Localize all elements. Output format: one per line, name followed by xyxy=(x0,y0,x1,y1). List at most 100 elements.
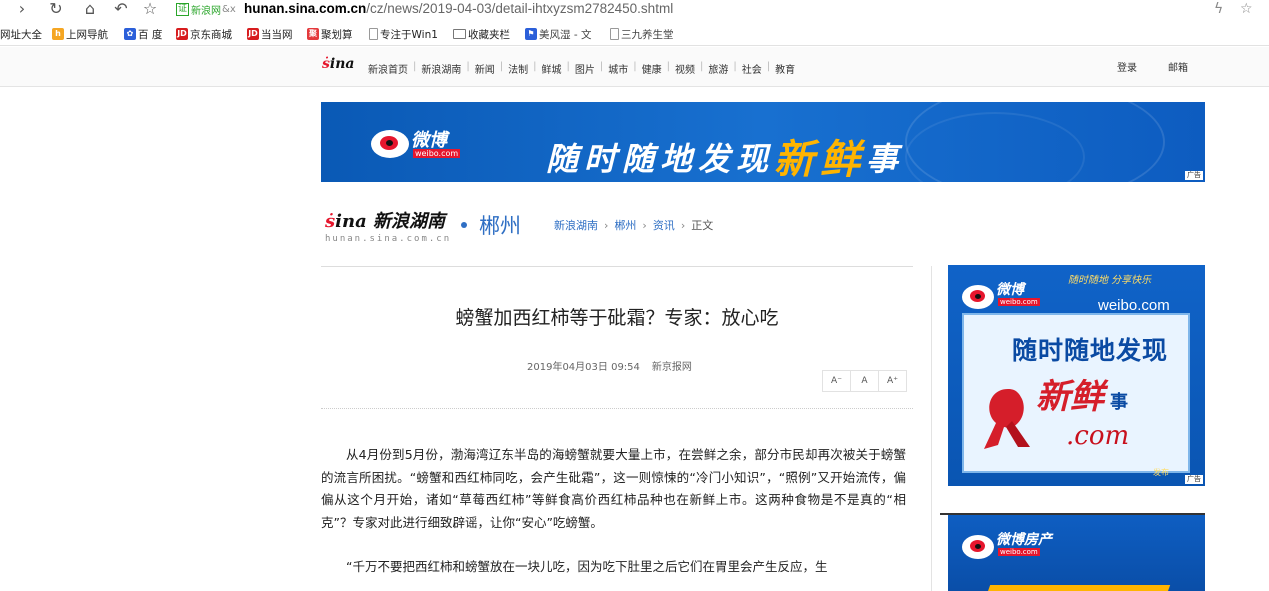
article-paragraph: “千万不要把西红柿和螃蟹放在一块儿吃，因为吃下肚里之后它们在胃里会产生反应，生 xyxy=(346,559,828,574)
bookmark-label: 聚划算 xyxy=(321,28,353,41)
paw-icon: ✿ xyxy=(124,28,136,40)
nav-separator: | xyxy=(499,61,504,72)
home-icon[interactable]: ⌂ xyxy=(80,0,100,18)
weibo-logo-domain: weibo.com xyxy=(413,149,461,158)
bookmark-item[interactable]: 聚 聚划算 xyxy=(307,27,353,41)
bookmark-item[interactable]: h 上网导航 xyxy=(52,27,108,41)
breadcrumb-item[interactable]: 资讯 xyxy=(653,219,675,232)
banner-slogan: 随时随地发现新鲜事 xyxy=(546,124,904,182)
login-link[interactable]: 登录 xyxy=(1117,59,1137,74)
weibo-eye-icon xyxy=(962,285,994,309)
font-default-button[interactable]: A xyxy=(850,370,879,392)
bookmark-label: 网址大全 xyxy=(0,28,42,41)
top-nav-link[interactable]: 城市 xyxy=(608,61,628,76)
top-nav-link[interactable]: 新浪湖南 xyxy=(421,61,461,76)
article-title: 螃蟹加西红柿等于砒霜？专家：放心吃 xyxy=(455,307,779,329)
bookmark-item[interactable]: JD 京东商城 xyxy=(176,27,232,41)
secure-badge[interactable]: 证 新浪网 &x xyxy=(176,2,236,17)
bookmark-item[interactable]: 三九养生堂 xyxy=(610,27,674,41)
top-nav-link[interactable]: 视频 xyxy=(675,61,695,76)
address-bar: › ↻ ⌂ ↶ ☆ 证 新浪网 &x hunan.sina.com.cn/cz/… xyxy=(0,0,1269,20)
flag-icon: ⚑ xyxy=(525,28,537,40)
divider xyxy=(321,408,913,409)
nav-separator: | xyxy=(566,61,570,72)
channel-city[interactable]: 郴州 xyxy=(479,210,521,240)
breadcrumb: 新浪湖南 › 郴州 › 资讯 › 正文 xyxy=(554,217,713,233)
jd-icon: JD xyxy=(176,28,188,40)
weibo-house-logo: 微博房产 weibo.com xyxy=(962,529,1052,561)
ju-icon: 聚 xyxy=(307,28,319,40)
nav-separator: | xyxy=(666,61,670,72)
channel-logo-main: ṡina 新浪湖南 xyxy=(325,211,445,232)
channel-logo[interactable]: ṡina 新浪湖南 hunan.sina.com.cn xyxy=(325,207,451,244)
ad-domain: weibo.com xyxy=(1098,297,1170,314)
breadcrumb-item[interactable]: 新浪湖南 xyxy=(554,219,598,232)
mail-link[interactable]: 邮箱 xyxy=(1168,59,1188,74)
banner-slogan-highlight: 新鲜 xyxy=(774,137,867,182)
ad-slogan-highlight: 新鲜事 xyxy=(1036,369,1128,418)
top-nav-link[interactable]: 法制 xyxy=(508,61,528,76)
breadcrumb-item[interactable]: 郴州 xyxy=(614,219,636,232)
chevron-right-icon: › xyxy=(604,219,609,232)
bookmark-item[interactable]: ⚑ 美风湿 - 文 xyxy=(525,27,591,41)
top-banner-ad[interactable]: 微博 weibo.com 随时随地发现新鲜事 广告 xyxy=(321,102,1205,182)
nav-separator: | xyxy=(466,61,470,72)
sidebar-weibo-house-ad[interactable]: 微博房产 weibo.com xyxy=(948,515,1205,591)
bookmark-item[interactable]: 收藏夹栏 xyxy=(453,27,510,41)
undo-icon[interactable]: ↶ xyxy=(111,0,131,18)
sidebar-weibo-ad[interactable]: 微博 weibo.com 随时随地 分享快乐 weibo.com 随时随地发现 … xyxy=(948,265,1205,486)
close-icon[interactable]: &x xyxy=(222,4,236,15)
chevron-right-icon: › xyxy=(642,219,647,232)
top-nav-link[interactable]: 新浪首页 xyxy=(368,61,408,76)
nav-separator: | xyxy=(733,61,737,72)
nav-separator: | xyxy=(633,61,637,72)
top-nav-link[interactable]: 教育 xyxy=(775,61,795,76)
article-source[interactable]: 新京报网 xyxy=(652,362,692,373)
ad-tag: 广告 xyxy=(1185,475,1203,484)
top-nav-links: 新浪首页 | 新浪湖南 | 新闻 | 法制 | 鲜城 | 图片 | 城市 | 健康 | 视频 | 旅游 | 社会 | 教育 xyxy=(368,61,795,76)
bookmark-item[interactable]: 专注于Win1 xyxy=(369,27,438,41)
top-nav-link[interactable]: 图片 xyxy=(575,61,595,76)
top-nav-link[interactable]: 健康 xyxy=(642,61,662,76)
url-field[interactable]: hunan.sina.com.cn/cz/news/2019-04-03/det… xyxy=(244,0,673,18)
bookmark-label: 专注于Win1 xyxy=(380,28,438,41)
top-nav-link[interactable]: 新闻 xyxy=(475,61,495,76)
bookmark-label: 收藏夹栏 xyxy=(468,28,510,41)
reload-icon[interactable]: ↻ xyxy=(46,0,66,18)
favorite-star-icon[interactable]: ☆ xyxy=(1240,0,1253,18)
column-divider xyxy=(931,266,932,591)
star-icon[interactable]: ☆ xyxy=(140,0,160,18)
ad-tagline: 随时随地 分享快乐 xyxy=(1068,275,1152,286)
weibo-logo: 微博 weibo.com xyxy=(962,279,1052,311)
top-nav-link[interactable]: 旅游 xyxy=(708,61,728,76)
font-decrease-button[interactable]: A⁻ xyxy=(822,370,851,392)
lightning-icon[interactable]: ϟ xyxy=(1214,0,1223,18)
ad-stripe xyxy=(985,585,1171,591)
ad-slogan-end: 事 xyxy=(1110,392,1128,413)
bookmark-item[interactable]: ✿ 百 度 xyxy=(124,27,162,41)
top-nav-link[interactable]: 鲜城 xyxy=(542,61,562,76)
weibo-logo-domain: weibo.com xyxy=(998,548,1040,556)
weibo-eye-icon xyxy=(371,130,409,158)
weibo-logo: 微博 weibo.com xyxy=(371,124,471,164)
back-icon[interactable]: › xyxy=(12,0,32,18)
sina-logo[interactable]: ṡina xyxy=(322,56,354,72)
folder-icon xyxy=(453,29,466,39)
nav-separator: | xyxy=(599,61,604,72)
chevron-right-icon: › xyxy=(680,219,686,232)
nav-separator: | xyxy=(533,61,537,72)
bookmark-item[interactable]: 网址大全 xyxy=(0,27,42,41)
font-size-controls: A⁻ A A⁺ xyxy=(822,370,907,392)
article-body: 从4月份到5月份，渤海湾辽东半岛的海螃蟹就要大量上市，在尝鲜之余，部分市民却再次… xyxy=(321,444,906,591)
weibo-eye-icon xyxy=(962,535,994,559)
bookmark-item[interactable]: JD 当当网 xyxy=(247,27,293,41)
ad-slogan-highlight-text: 新鲜 xyxy=(1036,377,1104,417)
bookmark-label: 京东商城 xyxy=(190,28,232,41)
article-date: 2019年04月03日 09:54 xyxy=(527,362,640,373)
breadcrumb-current: 正文 xyxy=(691,219,714,232)
font-increase-button[interactable]: A⁺ xyxy=(878,370,907,392)
top-nav-link[interactable]: 社会 xyxy=(742,61,762,76)
banner-slogan-part: 事 xyxy=(866,140,905,178)
url-host: hunan.sina.com.cn xyxy=(244,1,367,16)
page-icon xyxy=(369,28,378,40)
